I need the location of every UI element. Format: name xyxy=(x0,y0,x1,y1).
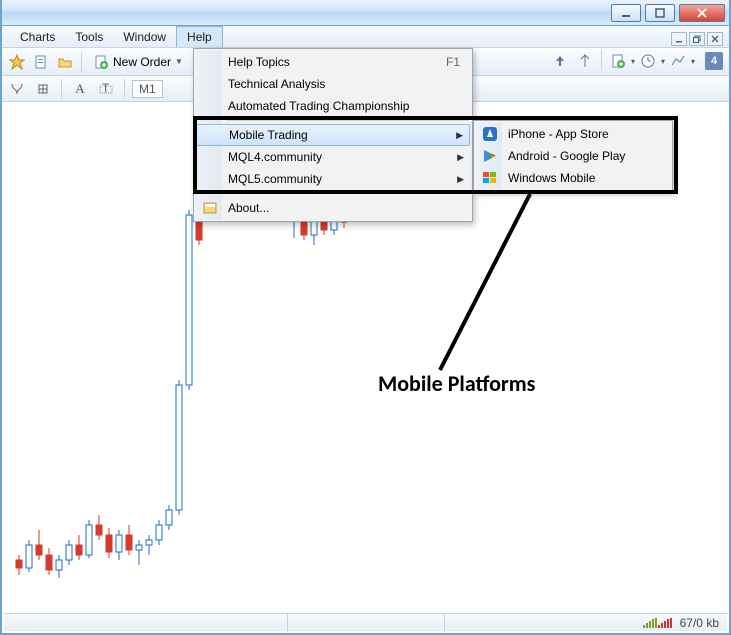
about-icon xyxy=(202,200,218,216)
toolbar2-btn-1[interactable] xyxy=(6,78,28,100)
annotation-label: Mobile Platforms xyxy=(378,370,535,397)
mdi-minimize-button[interactable] xyxy=(671,32,687,46)
menu-item-help-topics[interactable]: Help Topics F1 xyxy=(196,51,470,73)
connection-signal-icon xyxy=(643,618,672,628)
window-close-button[interactable] xyxy=(679,4,725,22)
new-order-label: New Order xyxy=(113,55,171,69)
toolbar-right-clock[interactable] xyxy=(637,50,659,72)
toolbar-right-2[interactable] xyxy=(574,50,596,72)
toolbar-right-1[interactable] xyxy=(550,50,572,72)
menu-label: Technical Analysis xyxy=(228,77,325,91)
new-order-button[interactable]: New Order ▼ xyxy=(87,51,189,73)
label-tool-button[interactable]: T xyxy=(95,78,117,100)
folder-icon xyxy=(57,54,73,70)
dropdown-arrow-icon: ▾ xyxy=(691,57,695,66)
text-tool-button[interactable]: A xyxy=(69,78,91,100)
statusbar: 67/0 kb xyxy=(4,613,727,631)
menu-charts[interactable]: Charts xyxy=(10,26,65,47)
mdi-restore-button[interactable] xyxy=(689,32,705,46)
menu-item-automated-championship[interactable]: Automated Trading Championship xyxy=(196,95,470,117)
timeframe-selector[interactable]: M1 xyxy=(132,80,163,98)
dropdown-arrow-icon: ▾ xyxy=(631,57,635,66)
svg-text:T: T xyxy=(102,81,110,95)
toolbar-button-2[interactable] xyxy=(30,51,52,73)
menu-window[interactable]: Window xyxy=(113,26,176,47)
menu-shortcut: F1 xyxy=(446,55,460,69)
titlebar xyxy=(2,0,729,26)
menu-label: About... xyxy=(228,201,269,215)
star-icon xyxy=(9,54,25,70)
timeframe-value: M1 xyxy=(139,82,156,96)
dropdown-arrow-icon: ▼ xyxy=(175,57,183,66)
separator xyxy=(124,79,125,99)
menubar: Charts Tools Window Help xyxy=(2,26,729,48)
mdi-controls xyxy=(671,32,723,46)
toolbar-button-1[interactable] xyxy=(6,51,28,73)
menu-tools[interactable]: Tools xyxy=(65,26,113,47)
menu-help[interactable]: Help xyxy=(176,26,223,47)
annotation-arrow xyxy=(380,190,580,380)
annotation-box xyxy=(193,116,678,194)
window-maximize-button[interactable] xyxy=(645,4,675,22)
new-order-icon xyxy=(93,54,109,70)
menu-label: Automated Trading Championship xyxy=(228,99,409,113)
separator xyxy=(61,79,62,99)
toolbar-right-chart[interactable] xyxy=(667,50,689,72)
window-minimize-button[interactable] xyxy=(611,4,641,22)
toolbar-right-3[interactable] xyxy=(607,50,629,72)
status-kb: 67/0 kb xyxy=(680,616,719,630)
menu-label: Help Topics xyxy=(228,55,290,69)
dropdown-arrow-icon: ▾ xyxy=(661,57,665,66)
page-icon xyxy=(33,54,49,70)
separator xyxy=(601,50,602,70)
toolbar2-btn-2[interactable] xyxy=(32,78,54,100)
menu-item-technical-analysis[interactable]: Technical Analysis xyxy=(196,73,470,95)
separator xyxy=(81,52,82,72)
alerts-badge[interactable]: 4 xyxy=(705,52,723,70)
mdi-close-button[interactable] xyxy=(707,32,723,46)
toolbar-button-3[interactable] xyxy=(54,51,76,73)
text-a-icon: A xyxy=(75,81,84,97)
toolbar-right: ▾ ▾ ▾ xyxy=(550,50,695,72)
